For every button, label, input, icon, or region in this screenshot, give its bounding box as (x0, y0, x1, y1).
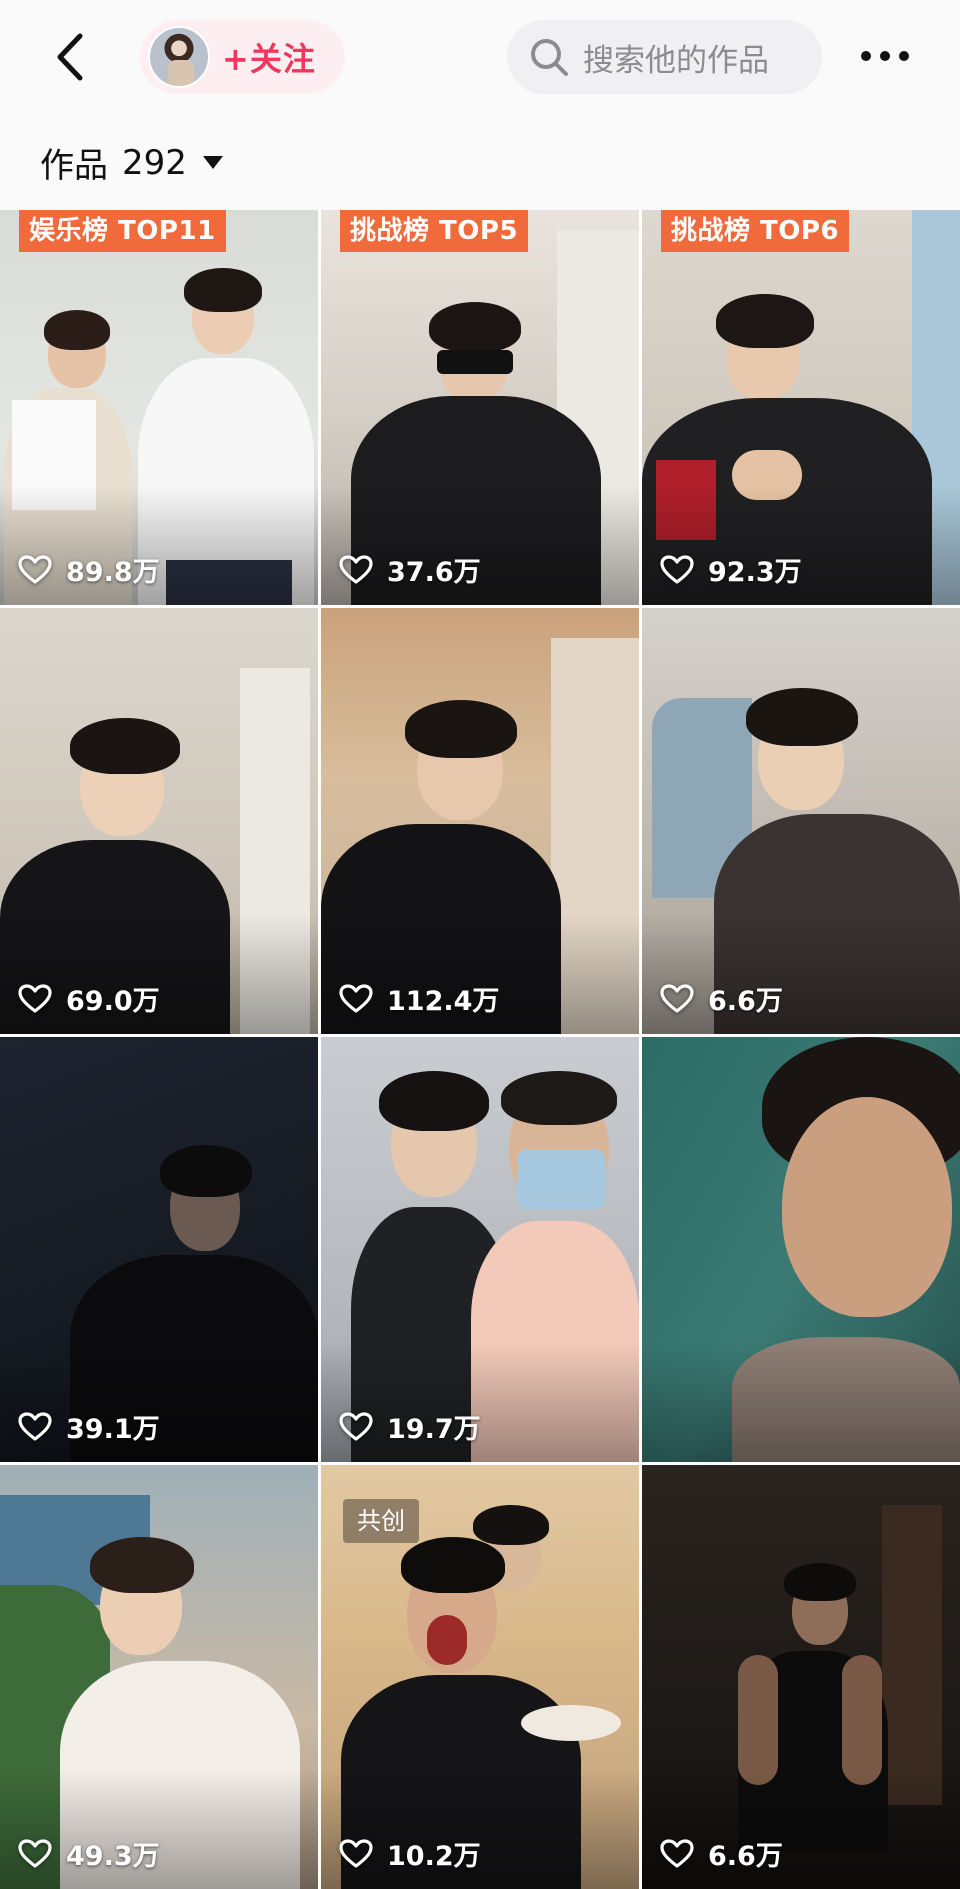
video-tile[interactable]: 共创 10.2万 (321, 1465, 639, 1889)
video-tile[interactable]: 6.6万 (642, 608, 960, 1034)
like-count: 89.8万 (18, 550, 160, 589)
like-count: 6.6万 (660, 979, 783, 1018)
follow-button[interactable]: +关注 (140, 20, 345, 94)
video-tile[interactable]: 112.4万 (321, 608, 639, 1034)
like-count: 37.6万 (339, 550, 481, 589)
ranking-badge: 挑战榜 TOP5 (340, 210, 529, 252)
heart-icon (660, 983, 694, 1013)
heart-icon (339, 1838, 373, 1868)
video-tile[interactable]: 6.6万 (642, 1465, 960, 1889)
like-count-value: 6.6万 (708, 1841, 783, 1872)
more-dots-icon (861, 51, 871, 61)
like-count-value: 6.6万 (708, 986, 783, 1017)
heart-icon (18, 983, 52, 1013)
like-count: 10.2万 (339, 1834, 481, 1873)
ranking-badge: 挑战榜 TOP6 (661, 210, 850, 252)
back-button[interactable] (44, 22, 94, 92)
video-tile[interactable] (642, 1037, 960, 1462)
like-count-value: 10.2万 (387, 1841, 481, 1872)
like-count: 19.7万 (339, 1407, 481, 1446)
like-count-value: 112.4万 (387, 986, 500, 1017)
search-icon (531, 39, 568, 76)
video-tile[interactable]: 挑战榜 TOP6 92.3万 (642, 210, 960, 605)
heart-icon (339, 1411, 373, 1441)
like-count: 92.3万 (660, 550, 802, 589)
heart-icon (18, 554, 52, 584)
search-input[interactable]: 搜索他的作品 (507, 20, 822, 94)
like-count-value: 92.3万 (708, 557, 802, 588)
video-tile[interactable]: 挑战榜 TOP5 37.6万 (321, 210, 639, 605)
video-tile[interactable]: 19.7万 (321, 1037, 639, 1462)
like-count: 39.1万 (18, 1407, 160, 1446)
avatar[interactable] (148, 26, 210, 88)
caret-down-icon (202, 156, 223, 169)
works-label: 作品 (40, 146, 108, 186)
tile-shade (642, 1342, 960, 1462)
like-count: 112.4万 (339, 979, 499, 1018)
more-dot (899, 51, 909, 61)
heart-icon (660, 1838, 694, 1868)
heart-icon (339, 554, 373, 584)
like-count-value: 69.0万 (66, 986, 160, 1017)
like-count-value: 19.7万 (387, 1414, 481, 1445)
works-count: 292 (122, 142, 187, 183)
like-count: 69.0万 (18, 979, 160, 1018)
video-tile[interactable]: 39.1万 (0, 1037, 318, 1462)
video-tile[interactable]: 49.3万 (0, 1465, 318, 1889)
chevron-left-icon (57, 33, 83, 81)
like-count-value: 39.1万 (66, 1414, 160, 1445)
heart-icon (339, 983, 373, 1013)
heart-icon (18, 1411, 52, 1441)
like-count-value: 49.3万 (66, 1841, 160, 1872)
heart-icon (18, 1838, 52, 1868)
search-placeholder: 搜索他的作品 (583, 42, 769, 79)
more-options-button[interactable] (855, 36, 915, 76)
top-bar: +关注 搜索他的作品 (0, 0, 960, 115)
video-grid: 娱乐榜 TOP11 89.8万 挑战榜 TOP5 37.6万 挑战榜 TOP6 … (0, 210, 960, 1889)
video-tile[interactable]: 69.0万 (0, 608, 318, 1034)
like-count: 49.3万 (18, 1834, 160, 1873)
ranking-badge: 娱乐榜 TOP11 (19, 210, 226, 252)
collab-tag: 共创 (343, 1499, 419, 1543)
works-filter[interactable]: 作品 292 (0, 115, 960, 210)
video-tile[interactable]: 娱乐榜 TOP11 89.8万 (0, 210, 318, 605)
like-count-value: 37.6万 (387, 557, 481, 588)
like-count-value: 89.8万 (66, 557, 160, 588)
more-dot (880, 51, 890, 61)
heart-icon (660, 554, 694, 584)
like-count: 6.6万 (660, 1834, 783, 1873)
follow-label: +关注 (222, 40, 316, 78)
